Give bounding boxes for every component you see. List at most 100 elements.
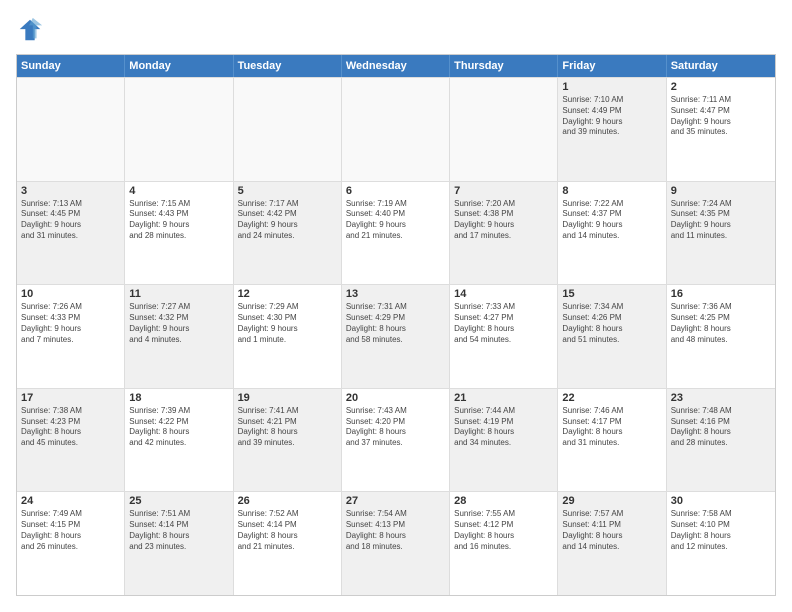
cell-info: Sunrise: 7:38 AM Sunset: 4:23 PM Dayligh… — [21, 406, 120, 449]
header-cell-monday: Monday — [125, 55, 233, 77]
cal-cell-day-14: 14 Sunrise: 7:33 AM Sunset: 4:27 PM Dayli… — [450, 285, 558, 388]
cal-row-0: 1 Sunrise: 7:10 AM Sunset: 4:49 PM Daylig… — [17, 77, 775, 181]
day-number: 23 — [671, 392, 771, 404]
day-number: 19 — [238, 392, 337, 404]
day-number: 6 — [346, 185, 445, 197]
cal-cell-day-28: 28 Sunrise: 7:55 AM Sunset: 4:12 PM Dayli… — [450, 492, 558, 595]
cal-cell-day-3: 3 Sunrise: 7:13 AM Sunset: 4:45 PM Daylig… — [17, 182, 125, 285]
cell-info: Sunrise: 7:26 AM Sunset: 4:33 PM Dayligh… — [21, 302, 120, 345]
cell-info: Sunrise: 7:57 AM Sunset: 4:11 PM Dayligh… — [562, 509, 661, 552]
cell-info: Sunrise: 7:27 AM Sunset: 4:32 PM Dayligh… — [129, 302, 228, 345]
cal-cell-day-27: 27 Sunrise: 7:54 AM Sunset: 4:13 PM Dayli… — [342, 492, 450, 595]
cell-info: Sunrise: 7:43 AM Sunset: 4:20 PM Dayligh… — [346, 406, 445, 449]
cell-info: Sunrise: 7:17 AM Sunset: 4:42 PM Dayligh… — [238, 199, 337, 242]
cal-cell-day-20: 20Sunrise: 7:43 AM Sunset: 4:20 PM Dayli… — [342, 389, 450, 492]
header-cell-wednesday: Wednesday — [342, 55, 450, 77]
cell-info: Sunrise: 7:33 AM Sunset: 4:27 PM Dayligh… — [454, 302, 553, 345]
day-number: 7 — [454, 185, 553, 197]
cal-row-4: 24 Sunrise: 7:49 AM Sunset: 4:15 PM Dayli… — [17, 491, 775, 595]
day-number: 22 — [562, 392, 661, 404]
cal-cell-day-23: 23 Sunrise: 7:48 AM Sunset: 4:16 PM Dayli… — [667, 389, 775, 492]
day-number: 15 — [562, 288, 661, 300]
cell-info: Sunrise: 7:44 AM Sunset: 4:19 PM Dayligh… — [454, 406, 553, 449]
cell-info: Sunrise: 7:39 AM Sunset: 4:22 PM Dayligh… — [129, 406, 228, 449]
cal-cell-day-17: 17 Sunrise: 7:38 AM Sunset: 4:23 PM Dayli… — [17, 389, 125, 492]
cell-info: Sunrise: 7:41 AM Sunset: 4:21 PM Dayligh… — [238, 406, 337, 449]
cal-cell-empty — [450, 78, 558, 181]
cal-cell-day-15: 15 Sunrise: 7:34 AM Sunset: 4:26 PM Dayli… — [558, 285, 666, 388]
cal-row-3: 17 Sunrise: 7:38 AM Sunset: 4:23 PM Dayli… — [17, 388, 775, 492]
cell-info: Sunrise: 7:55 AM Sunset: 4:12 PM Dayligh… — [454, 509, 553, 552]
cell-info: Sunrise: 7:19 AM Sunset: 4:40 PM Dayligh… — [346, 199, 445, 242]
cal-cell-day-18: 18Sunrise: 7:39 AM Sunset: 4:22 PM Dayli… — [125, 389, 233, 492]
logo-icon — [16, 16, 44, 44]
day-number: 2 — [671, 81, 771, 93]
cal-cell-day-11: 11 Sunrise: 7:27 AM Sunset: 4:32 PM Dayli… — [125, 285, 233, 388]
cell-info: Sunrise: 7:15 AM Sunset: 4:43 PM Dayligh… — [129, 199, 228, 242]
cal-cell-day-30: 30Sunrise: 7:58 AM Sunset: 4:10 PM Dayli… — [667, 492, 775, 595]
cell-info: Sunrise: 7:34 AM Sunset: 4:26 PM Dayligh… — [562, 302, 661, 345]
day-number: 28 — [454, 495, 553, 507]
cal-cell-day-21: 21 Sunrise: 7:44 AM Sunset: 4:19 PM Dayli… — [450, 389, 558, 492]
cal-cell-day-5: 5 Sunrise: 7:17 AM Sunset: 4:42 PM Daylig… — [234, 182, 342, 285]
day-number: 17 — [21, 392, 120, 404]
cal-cell-empty — [125, 78, 233, 181]
cal-cell-day-24: 24 Sunrise: 7:49 AM Sunset: 4:15 PM Dayli… — [17, 492, 125, 595]
day-number: 12 — [238, 288, 337, 300]
day-number: 5 — [238, 185, 337, 197]
day-number: 13 — [346, 288, 445, 300]
cell-info: Sunrise: 7:58 AM Sunset: 4:10 PM Dayligh… — [671, 509, 771, 552]
cell-info: Sunrise: 7:31 AM Sunset: 4:29 PM Dayligh… — [346, 302, 445, 345]
cell-info: Sunrise: 7:11 AM Sunset: 4:47 PM Dayligh… — [671, 95, 771, 138]
cell-info: Sunrise: 7:20 AM Sunset: 4:38 PM Dayligh… — [454, 199, 553, 242]
cell-info: Sunrise: 7:24 AM Sunset: 4:35 PM Dayligh… — [671, 199, 771, 242]
cell-info: Sunrise: 7:54 AM Sunset: 4:13 PM Dayligh… — [346, 509, 445, 552]
cal-cell-day-4: 4 Sunrise: 7:15 AM Sunset: 4:43 PM Daylig… — [125, 182, 233, 285]
day-number: 29 — [562, 495, 661, 507]
cell-info: Sunrise: 7:13 AM Sunset: 4:45 PM Dayligh… — [21, 199, 120, 242]
day-number: 11 — [129, 288, 228, 300]
cal-cell-day-10: 10 Sunrise: 7:26 AM Sunset: 4:33 PM Dayli… — [17, 285, 125, 388]
cell-info: Sunrise: 7:10 AM Sunset: 4:49 PM Dayligh… — [562, 95, 661, 138]
cell-info: Sunrise: 7:22 AM Sunset: 4:37 PM Dayligh… — [562, 199, 661, 242]
cal-cell-day-16: 16 Sunrise: 7:36 AM Sunset: 4:25 PM Dayli… — [667, 285, 775, 388]
cal-cell-day-7: 7 Sunrise: 7:20 AM Sunset: 4:38 PM Daylig… — [450, 182, 558, 285]
header-cell-tuesday: Tuesday — [234, 55, 342, 77]
cell-info: Sunrise: 7:51 AM Sunset: 4:14 PM Dayligh… — [129, 509, 228, 552]
cal-cell-day-13: 13 Sunrise: 7:31 AM Sunset: 4:29 PM Dayli… — [342, 285, 450, 388]
header-cell-sunday: Sunday — [17, 55, 125, 77]
day-number: 16 — [671, 288, 771, 300]
cal-cell-day-19: 19 Sunrise: 7:41 AM Sunset: 4:21 PM Dayli… — [234, 389, 342, 492]
day-number: 24 — [21, 495, 120, 507]
cal-cell-empty — [342, 78, 450, 181]
cal-cell-day-1: 1 Sunrise: 7:10 AM Sunset: 4:49 PM Daylig… — [558, 78, 666, 181]
day-number: 14 — [454, 288, 553, 300]
cell-info: Sunrise: 7:46 AM Sunset: 4:17 PM Dayligh… — [562, 406, 661, 449]
cal-cell-day-8: 8 Sunrise: 7:22 AM Sunset: 4:37 PM Daylig… — [558, 182, 666, 285]
calendar-body: 1 Sunrise: 7:10 AM Sunset: 4:49 PM Daylig… — [17, 77, 775, 595]
day-number: 8 — [562, 185, 661, 197]
header — [16, 16, 776, 44]
cal-cell-day-9: 9 Sunrise: 7:24 AM Sunset: 4:35 PM Daylig… — [667, 182, 775, 285]
cal-cell-day-29: 29 Sunrise: 7:57 AM Sunset: 4:11 PM Dayli… — [558, 492, 666, 595]
header-cell-thursday: Thursday — [450, 55, 558, 77]
day-number: 21 — [454, 392, 553, 404]
page: SundayMondayTuesdayWednesdayThursdayFrid… — [0, 0, 792, 612]
cal-cell-empty — [17, 78, 125, 181]
cal-cell-empty — [234, 78, 342, 181]
day-number: 9 — [671, 185, 771, 197]
day-number: 26 — [238, 495, 337, 507]
cell-info: Sunrise: 7:48 AM Sunset: 4:16 PM Dayligh… — [671, 406, 771, 449]
day-number: 25 — [129, 495, 228, 507]
day-number: 4 — [129, 185, 228, 197]
cal-cell-day-2: 2 Sunrise: 7:11 AM Sunset: 4:47 PM Daylig… — [667, 78, 775, 181]
header-cell-saturday: Saturday — [667, 55, 775, 77]
cal-row-2: 10 Sunrise: 7:26 AM Sunset: 4:33 PM Dayli… — [17, 284, 775, 388]
day-number: 10 — [21, 288, 120, 300]
cal-cell-day-6: 6 Sunrise: 7:19 AM Sunset: 4:40 PM Daylig… — [342, 182, 450, 285]
day-number: 27 — [346, 495, 445, 507]
day-number: 1 — [562, 81, 661, 93]
cell-info: Sunrise: 7:36 AM Sunset: 4:25 PM Dayligh… — [671, 302, 771, 345]
day-number: 3 — [21, 185, 120, 197]
cell-info: Sunrise: 7:49 AM Sunset: 4:15 PM Dayligh… — [21, 509, 120, 552]
